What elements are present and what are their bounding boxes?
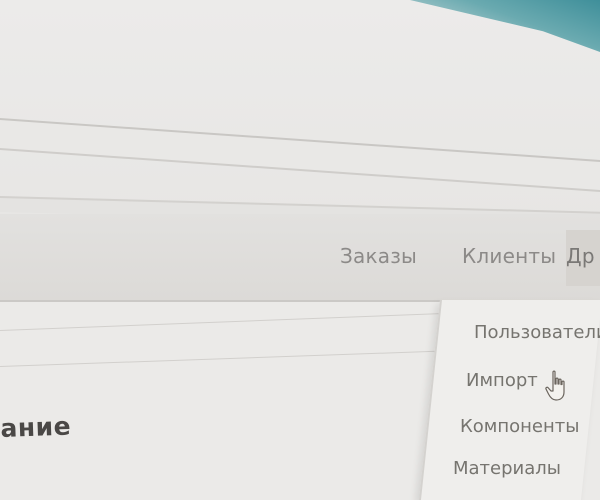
page-title: ание — [0, 411, 72, 443]
nav-item-orders[interactable]: Заказы — [340, 244, 417, 268]
menu-item-materials[interactable]: Материалы — [453, 458, 561, 479]
hand-pointer-icon — [545, 370, 565, 401]
menu-item-components[interactable]: Компоненты — [460, 416, 579, 437]
nav-item-other[interactable]: Др — [566, 230, 600, 286]
menu-item-users[interactable]: Пользователи — [474, 322, 600, 343]
menu-item-import[interactable]: Импорт — [466, 370, 538, 391]
nav-item-clients[interactable]: Клиенты — [462, 244, 556, 268]
